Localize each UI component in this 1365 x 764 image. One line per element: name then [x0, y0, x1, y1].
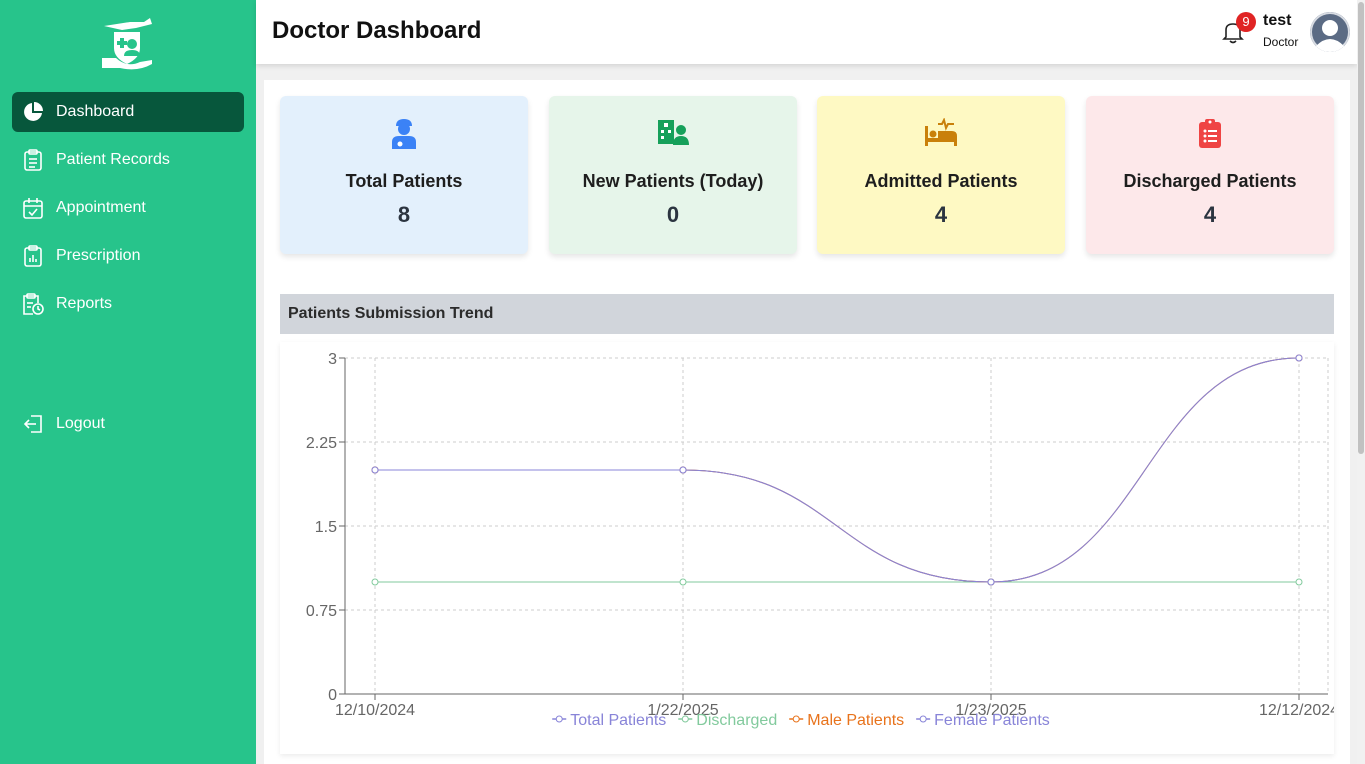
- clipboard-chart-icon: [22, 245, 44, 267]
- y-tick-label: 2.25: [306, 435, 337, 452]
- series-line-3: [375, 357, 1300, 583]
- legend-item[interactable]: Discharged: [696, 712, 777, 729]
- stats-cards: Total Patients 8 New Patients (Today) 0 …: [280, 96, 1334, 254]
- sidebar-nav: Dashboard Patient Records Appointment Pr…: [12, 92, 244, 433]
- stat-card-new-patients: New Patients (Today) 0: [549, 96, 797, 254]
- sidebar-item-label: Patient Records: [56, 151, 170, 168]
- healthcare-logo-icon: [102, 18, 152, 70]
- bed-icon: [925, 118, 957, 146]
- x-tick-label: 12/12/2024: [1259, 702, 1334, 719]
- calendar-check-icon: [22, 197, 44, 219]
- x-tick-label: 12/10/2024: [335, 702, 415, 719]
- series-point-3[interactable]: [679, 466, 687, 474]
- stat-card-total-patients: Total Patients 8: [280, 96, 528, 254]
- line-chart: 00.751.52.25312/10/2024 1/22/2025 1/23/202…: [306, 351, 1334, 729]
- sidebar-item-patient-records[interactable]: Patient Records: [12, 140, 244, 180]
- sidebar-item-label: Dashboard: [56, 103, 135, 120]
- y-tick-label: 0.75: [306, 603, 337, 620]
- sidebar-item-reports[interactable]: Reports: [12, 284, 244, 324]
- y-tick-label: 3: [328, 351, 337, 368]
- section-title: Patients Submission Trend: [280, 294, 1334, 334]
- logout-button[interactable]: Logout: [12, 404, 244, 444]
- stat-card-value: 4: [934, 202, 948, 227]
- legend-item[interactable]: Male Patients: [807, 712, 904, 729]
- legend-marker-dot: [681, 715, 689, 723]
- sidebar-item-dashboard[interactable]: Dashboard: [12, 92, 244, 132]
- y-tick-label: 1.5: [315, 519, 337, 536]
- scrollbar-thumb[interactable]: [1358, 2, 1364, 454]
- main-content: Total Patients 8 New Patients (Today) 0 …: [264, 80, 1350, 764]
- user-role: Doctor: [1263, 35, 1299, 49]
- series-point-1[interactable]: [1295, 578, 1303, 586]
- clipboard-clock-icon: [22, 293, 44, 315]
- stat-card-value: 8: [397, 202, 411, 227]
- sidebar-item-appointment[interactable]: Appointment: [12, 188, 244, 228]
- sidebar-item-label: Appointment: [56, 199, 146, 216]
- series-point-3[interactable]: [987, 578, 995, 586]
- sidebar-item-label: Prescription: [56, 247, 141, 264]
- sidebar-item-prescription[interactable]: Prescription: [12, 236, 244, 276]
- patient-icon: [392, 119, 416, 149]
- stat-card-label: New Patients (Today): [582, 171, 764, 191]
- stat-card-discharged-patients: Discharged Patients 4: [1086, 96, 1334, 254]
- clipboard-list-icon: [22, 149, 44, 171]
- sidebar: Dashboard Patient Records Appointment Pr…: [0, 0, 256, 764]
- legend-marker-dot: [919, 715, 927, 723]
- avatar[interactable]: [1310, 12, 1350, 52]
- series-point-1[interactable]: [679, 578, 687, 586]
- page-title: Doctor Dashboard: [272, 17, 482, 44]
- clipboard-list-icon: [1199, 119, 1221, 148]
- series-point-1[interactable]: [371, 578, 379, 586]
- logout-label: Logout: [56, 415, 105, 432]
- legend-item[interactable]: Total Patients: [570, 712, 666, 729]
- logout-icon: [22, 413, 44, 435]
- sidebar-item-label: Reports: [56, 295, 113, 312]
- series-point-3[interactable]: [371, 466, 379, 474]
- series-point-3[interactable]: [1295, 354, 1303, 362]
- hospital-user-icon: [658, 120, 689, 145]
- stat-card-label: Total Patients: [345, 171, 463, 191]
- stat-card-label: Admitted Patients: [864, 171, 1018, 191]
- pie-chart-icon: [22, 101, 44, 123]
- legend-marker-dot: [792, 715, 800, 723]
- legend-marker-dot: [555, 715, 563, 723]
- user-avatar-icon: [1310, 12, 1350, 52]
- legend-item[interactable]: Female Patients: [934, 712, 1050, 729]
- scrollbar[interactable]: [1357, 0, 1365, 764]
- stat-card-value: 0: [666, 202, 680, 227]
- user-name: test: [1263, 12, 1292, 29]
- stat-card-label: Discharged Patients: [1123, 171, 1297, 191]
- stat-card-value: 4: [1203, 202, 1217, 227]
- notification-badge: 9: [1236, 12, 1256, 32]
- trend-chart: 0 0.75 1.5 2.25 3 12/10/2024 1/22/2025 1/23/202…: [280, 342, 1334, 754]
- top-bar: Doctor Dashboard 9 test Doctor: [256, 0, 1357, 64]
- stat-card-admitted-patients: Admitted Patients 4: [817, 96, 1065, 254]
